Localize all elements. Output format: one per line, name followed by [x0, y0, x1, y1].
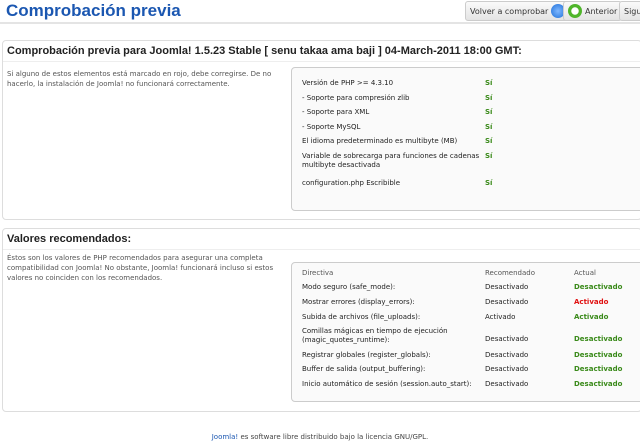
- precheck-intro: Si alguno de estos elementos está marcad…: [7, 70, 272, 88]
- directive-name: Subida de archivos (file_uploads):: [302, 313, 421, 321]
- recommended-value: Desactivado: [485, 298, 529, 306]
- next-button[interactable]: Sigu: [619, 1, 640, 21]
- check-item-label: El idioma predeterminado es multibyte (M…: [302, 137, 458, 145]
- check-item-label: Variable de sobrecarga para funciones de…: [302, 152, 480, 169]
- check-item-value: Sí: [485, 108, 493, 116]
- directive-name: Modo seguro (safe_mode):: [302, 283, 396, 291]
- previous-label: Anterior: [585, 6, 618, 16]
- precheck-panel: Comprobación previa para Joomla! 1.5.23 …: [2, 40, 640, 220]
- check-item-value: Sí: [485, 94, 493, 102]
- recommended-value: Desactivado: [485, 351, 529, 359]
- check-item-value: Sí: [485, 79, 493, 87]
- recheck-label: Volver a comprobar: [470, 6, 549, 16]
- actual-value: Desactivado: [574, 365, 623, 373]
- recommended-value: Desactivado: [485, 380, 529, 388]
- directive-name: Registrar globales (register_globals):: [302, 351, 431, 359]
- recommended-value: Activado: [485, 313, 516, 321]
- precheck-title: Comprobación previa para Joomla! 1.5.23 …: [3, 41, 640, 62]
- recommended-value: Desactivado: [485, 283, 529, 291]
- recommended-title: Valores recomendados:: [3, 229, 640, 250]
- actual-value: Desactivado: [574, 351, 623, 359]
- footer-text: es software libre distribuido bajo la li…: [238, 433, 429, 441]
- check-item-value: Sí: [485, 179, 493, 187]
- precheck-list: Versión de PHP >= 4.3.10 Sí - Soporte para…: [291, 67, 640, 211]
- actual-value: Activado: [574, 313, 609, 321]
- directive-name: Comillas mágicas en tiempo de ejecución …: [302, 327, 448, 344]
- check-item-label: - Soporte para compresión zlib: [302, 94, 410, 102]
- recommended-value: Desactivado: [485, 335, 529, 343]
- actual-value: Desactivado: [574, 335, 623, 343]
- actual-value: Activado: [574, 298, 609, 306]
- check-item-value: Sí: [485, 152, 493, 160]
- directive-name: Buffer de salida (output_buffering):: [302, 365, 426, 373]
- recheck-button[interactable]: Volver a comprobar: [465, 1, 571, 21]
- next-label: Sigu: [624, 6, 640, 16]
- check-item-label: configuration.php Escribible: [302, 179, 401, 187]
- check-item-label: Versión de PHP >= 4.3.10: [302, 79, 394, 87]
- check-item-value: Sí: [485, 137, 493, 145]
- recommended-table: Directiva Recomendado Actual Modo seguro…: [291, 262, 640, 402]
- actual-value: Desactivado: [574, 283, 623, 291]
- footer: Joomla! es software libre distribuido ba…: [0, 433, 640, 441]
- recommended-value: Desactivado: [485, 365, 529, 373]
- col-directive: Directiva: [302, 269, 334, 277]
- previous-button[interactable]: Anterior: [563, 1, 623, 21]
- recommended-intro: Éstos son los valores de PHP recomendado…: [7, 254, 274, 282]
- check-item-label: - Soporte para XML: [302, 108, 370, 116]
- joomla-link[interactable]: Joomla!: [212, 433, 239, 441]
- check-item-value: Sí: [485, 123, 493, 131]
- toolbar: Comprobación previa Volver a comprobar A…: [0, 0, 640, 24]
- directive-name: Mostrar errores (display_errors):: [302, 298, 415, 306]
- recommended-panel: Valores recomendados: Éstos son los valo…: [2, 228, 640, 412]
- back-icon: [568, 4, 582, 18]
- check-item-label: - Soporte MySQL: [302, 123, 361, 131]
- col-recommended: Recomendado: [485, 269, 536, 277]
- directive-name: Inicio automático de sesión (session.aut…: [302, 380, 472, 388]
- page-title: Comprobación previa: [6, 1, 181, 20]
- col-actual: Actual: [574, 269, 596, 277]
- actual-value: Desactivado: [574, 380, 623, 388]
